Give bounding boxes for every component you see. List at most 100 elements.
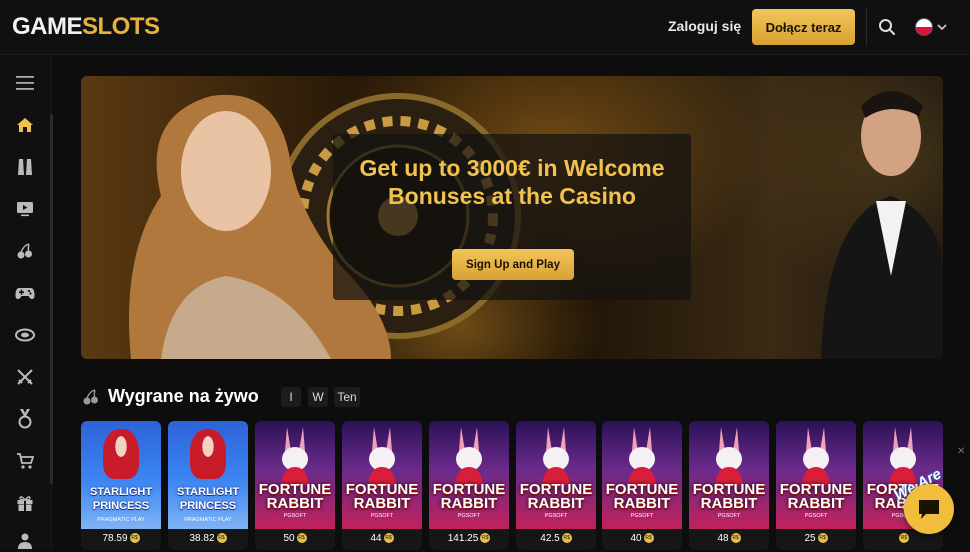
promo-panel: Get up to 3000€ in Welcome Bonuses at th… — [333, 134, 691, 300]
game-thumbnail[interactable]: FORTUNE RABBIT PGSOFT — [342, 421, 422, 529]
win-amount-row: R$ — [863, 533, 943, 544]
game-title: STARLIGHT PRINCESS — [89, 486, 153, 512]
game-title: FORTUNE RABBIT — [345, 481, 419, 512]
sidebar-item-live[interactable] — [12, 198, 38, 220]
top-header: GAMESLOTS Zaloguj się Dołącz teraz — [0, 0, 970, 55]
tv-play-icon — [17, 202, 33, 217]
win-amount: 44 — [370, 533, 382, 544]
game-provider: PGSOFT — [630, 513, 654, 519]
medal-icon — [18, 409, 32, 429]
rabbit-artwork — [709, 427, 749, 485]
sidebar-item-promotions[interactable] — [12, 492, 38, 514]
currency-icon: R$ — [129, 533, 140, 544]
gift-icon — [17, 496, 33, 511]
game-title: FORTUNE RABBIT — [432, 481, 506, 512]
game-provider: PGSOFT — [283, 513, 307, 519]
game-thumbnail[interactable]: FORTUNE RABBIT PGSOFT — [602, 421, 682, 529]
game-card[interactable]: FORTUNE RABBIT PGSOFT 40 R$ — [602, 421, 682, 550]
game-thumbnail[interactable]: FORTUNE RABBIT PGSOFT — [689, 421, 769, 529]
users-icon — [18, 533, 32, 549]
game-thumbnail[interactable]: FORTUNE RABBIT PGSOFT — [516, 421, 596, 529]
game-thumbnail[interactable]: FORTUNE RABBIT PGSOFT — [255, 421, 335, 529]
game-provider: PGSOFT — [457, 513, 481, 519]
game-thumbnail[interactable]: FORTUNE RABBIT PGSOFT — [429, 421, 509, 529]
sidebar-item-vip[interactable] — [12, 156, 38, 178]
logo-slots: SLOTS — [82, 13, 160, 40]
rabbit-artwork — [275, 427, 315, 485]
signup-play-button[interactable]: Sign Up and Play — [452, 249, 574, 280]
game-card[interactable]: FORTUNE RABBIT PGSOFT 50 R$ — [255, 421, 335, 550]
win-amount-row: 44 R$ — [342, 533, 422, 544]
sidebar-item-referral[interactable] — [12, 530, 38, 552]
game-provider: PRAGMATIC PLAY — [97, 517, 145, 523]
win-amount-row: 48 R$ — [689, 533, 769, 544]
language-selector[interactable] — [915, 13, 959, 41]
currency-icon: R$ — [296, 533, 307, 544]
game-thumbnail[interactable]: STARLIGHT PRINCESS PRAGMATIC PLAY — [81, 421, 161, 529]
win-amount-row: 38.82 R$ — [168, 533, 248, 544]
promo-banner[interactable]: Get up to 3000€ in Welcome Bonuses at th… — [81, 76, 943, 359]
sidebar-item-casino[interactable] — [12, 324, 38, 346]
win-amount: 40 — [630, 533, 642, 544]
rabbit-artwork — [362, 427, 402, 485]
win-amount: 42.5 — [540, 533, 560, 544]
game-card[interactable]: FORTUNE RABBIT PGSOFT 48 R$ — [689, 421, 769, 550]
sidebar-item-shop[interactable] — [12, 450, 38, 472]
game-provider: PGSOFT — [804, 513, 828, 519]
filter-chip-i[interactable]: I — [281, 387, 301, 407]
win-amount-row: 50 R$ — [255, 533, 335, 544]
filter-chip-w[interactable]: W — [308, 387, 328, 407]
game-provider: PGSOFT — [717, 513, 741, 519]
join-button[interactable]: Dołącz teraz — [752, 9, 855, 45]
menu-button[interactable] — [12, 72, 38, 94]
logo-game: GAME — [12, 13, 83, 40]
filter-chip-ten[interactable]: Ten — [334, 387, 360, 407]
cart-icon — [17, 453, 34, 469]
search-button[interactable] — [867, 8, 907, 46]
game-provider: PGSOFT — [544, 513, 568, 519]
win-amount-row: 78.59 R$ — [81, 533, 161, 544]
game-card[interactable]: STARLIGHT PRINCESS PRAGMATIC PLAY 78.59 R$ — [81, 421, 161, 550]
game-title: FORTUNE RABBIT — [692, 481, 766, 512]
princess-artwork — [190, 429, 226, 479]
poland-flag-icon — [915, 18, 933, 36]
game-card[interactable]: STARLIGHT PRINCESS PRAGMATIC PLAY 38.82 R$ — [168, 421, 248, 550]
chips-icon — [15, 328, 35, 342]
game-thumbnail[interactable]: STARLIGHT PRINCESS PRAGMATIC PLAY — [168, 421, 248, 529]
sidebar — [0, 56, 53, 552]
win-amount: 25 — [804, 533, 816, 544]
sidebar-item-slots[interactable] — [12, 240, 38, 262]
chat-button[interactable] — [904, 484, 954, 534]
promo-headline: Get up to 3000€ in Welcome Bonuses at th… — [359, 155, 665, 209]
gamepad-icon — [15, 288, 35, 299]
sidebar-item-home[interactable] — [12, 114, 38, 136]
princess-artwork — [103, 429, 139, 479]
tuxedo-icon — [18, 159, 32, 175]
login-link[interactable]: Zaloguj się — [668, 18, 741, 34]
win-amount: 78.59 — [102, 533, 128, 544]
currency-icon: R$ — [899, 533, 909, 544]
game-card[interactable]: FORTUNE RABBIT PGSOFT 42.5 R$ — [516, 421, 596, 550]
sidebar-item-tournaments[interactable] — [12, 408, 38, 430]
game-card[interactable]: FORTUNE RABBIT PGSOFT 25 R$ — [776, 421, 856, 550]
rabbit-artwork — [622, 427, 662, 485]
win-amount: 141.25 — [447, 533, 479, 544]
sidebar-item-sports[interactable] — [12, 366, 38, 388]
win-amount-row: 40 R$ — [602, 533, 682, 544]
chevron-down-icon — [937, 24, 947, 31]
game-card[interactable]: FORTUNE RABBIT PGSOFT 44 R$ — [342, 421, 422, 550]
sidebar-scrollbar[interactable] — [50, 114, 53, 484]
game-title: FORTUNE RABBIT — [779, 481, 853, 512]
game-thumbnail[interactable]: FORTUNE RABBIT PGSOFT — [776, 421, 856, 529]
live-wins-title: Wygrane na żywo — [108, 386, 259, 406]
currency-icon: R$ — [480, 533, 491, 544]
game-card[interactable]: FORTUNE RABBIT PGSOFT 141.25 R$ — [429, 421, 509, 550]
game-title: FORTUNE RABBIT — [605, 481, 679, 512]
site-logo[interactable]: GAMESLOTS — [12, 13, 160, 41]
menu-icon — [16, 76, 34, 90]
chat-icon — [919, 500, 939, 519]
win-amount: 50 — [283, 533, 295, 544]
game-provider: PGSOFT — [370, 513, 394, 519]
sidebar-item-games[interactable] — [12, 282, 38, 304]
search-icon — [879, 19, 895, 35]
